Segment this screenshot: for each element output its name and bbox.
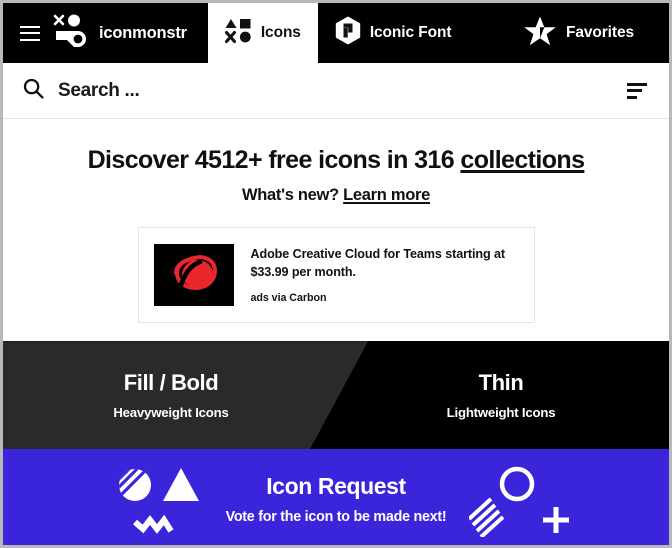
- triangle-icon: [163, 468, 199, 502]
- icon-request-banner[interactable]: Icon Request Vote for the icon to be mad…: [3, 449, 669, 545]
- brand-logo-link[interactable]: iconmonstr: [53, 14, 187, 53]
- carbon-ad-card[interactable]: Adobe Creative Cloud for Teams starting …: [137, 227, 535, 324]
- thin-panel[interactable]: Thin Lightweight Icons: [333, 341, 669, 449]
- tab-favorites-label: Favorites: [565, 24, 634, 41]
- thin-title: Thin: [478, 370, 524, 396]
- tab-iconic-font-label: Iconic Font: [369, 24, 452, 41]
- filter-line: [627, 82, 647, 86]
- hexagon-flag-icon: [335, 16, 361, 50]
- search-icon: [23, 78, 44, 104]
- request-art-right: [467, 465, 569, 542]
- hero-section: Discover 4512+ free icons in 316 collect…: [3, 119, 669, 206]
- icon-request-text: Icon Request Vote for the icon to be mad…: [226, 473, 447, 525]
- plus-icon: [543, 507, 569, 534]
- tab-favorites[interactable]: Favorites: [506, 15, 651, 52]
- hero-title-prefix: Discover 4512+ free icons in 316: [87, 146, 461, 174]
- search-input[interactable]: Search ...: [58, 80, 140, 102]
- request-art-left: [113, 465, 219, 542]
- ad-text-block: Adobe Creative Cloud for Teams starting …: [251, 244, 519, 306]
- ad-attribution: ads via Carbon: [250, 292, 327, 304]
- fill-bold-title: Fill / Bold: [123, 370, 219, 396]
- star-icon: [523, 15, 557, 52]
- iconmonstr-logo-icon: [53, 14, 90, 53]
- top-navigation-bar: iconmonstr Icons Iconic Font Favorites: [3, 3, 669, 63]
- page-title: Discover 4512+ free icons in 316 collect…: [3, 145, 669, 176]
- search-input-group[interactable]: Search ...: [23, 78, 627, 104]
- hamburger-line: [20, 32, 40, 34]
- diagonal-bars-icon: [467, 497, 505, 539]
- hamburger-line: [20, 38, 40, 41]
- shapes-grid-icon: [224, 17, 252, 49]
- ad-headline[interactable]: Adobe Creative Cloud for Teams starting …: [251, 246, 519, 281]
- tab-icons-label: Icons: [260, 24, 301, 41]
- striped-circle-icon: [119, 469, 151, 502]
- circle-outline-icon: [499, 467, 535, 502]
- brand-label: iconmonstr: [99, 23, 187, 42]
- icon-style-split-band: Fill / Bold Heavyweight Icons Thin Light…: [3, 341, 669, 450]
- collections-link[interactable]: collections: [460, 146, 585, 174]
- tab-iconic-font[interactable]: Iconic Font: [318, 3, 469, 63]
- nav-left-group: iconmonstr: [3, 3, 187, 63]
- filter-line: [627, 89, 642, 92]
- fill-bold-panel[interactable]: Fill / Bold Heavyweight Icons: [3, 341, 339, 449]
- ad-wrapper: Adobe Creative Cloud for Teams starting …: [3, 227, 669, 324]
- hamburger-line: [20, 25, 40, 28]
- app-window: iconmonstr Icons Iconic Font Favorites S…: [0, 0, 672, 548]
- tab-icons[interactable]: Icons: [207, 3, 318, 63]
- icon-request-title: Icon Request: [266, 472, 406, 499]
- search-bar: Search ...: [3, 63, 669, 119]
- nav-right-group: Favorites: [506, 3, 669, 63]
- whats-new-prefix: What's new?: [241, 186, 344, 205]
- icon-request-subtitle: Vote for the icon to be made next!: [225, 508, 447, 525]
- fill-bold-subtitle: Heavyweight Icons: [113, 405, 229, 421]
- filter-lines-icon[interactable]: [627, 82, 647, 99]
- zigzag-icon: [133, 515, 174, 535]
- ad-image[interactable]: [153, 244, 234, 307]
- adobe-creative-cloud-logo-icon: [167, 251, 221, 300]
- filter-line: [627, 95, 637, 99]
- thin-subtitle: Lightweight Icons: [446, 405, 556, 421]
- whats-new-line: What's new? Learn more: [3, 186, 669, 205]
- hamburger-menu-icon[interactable]: [20, 25, 40, 41]
- learn-more-link[interactable]: Learn more: [343, 186, 430, 204]
